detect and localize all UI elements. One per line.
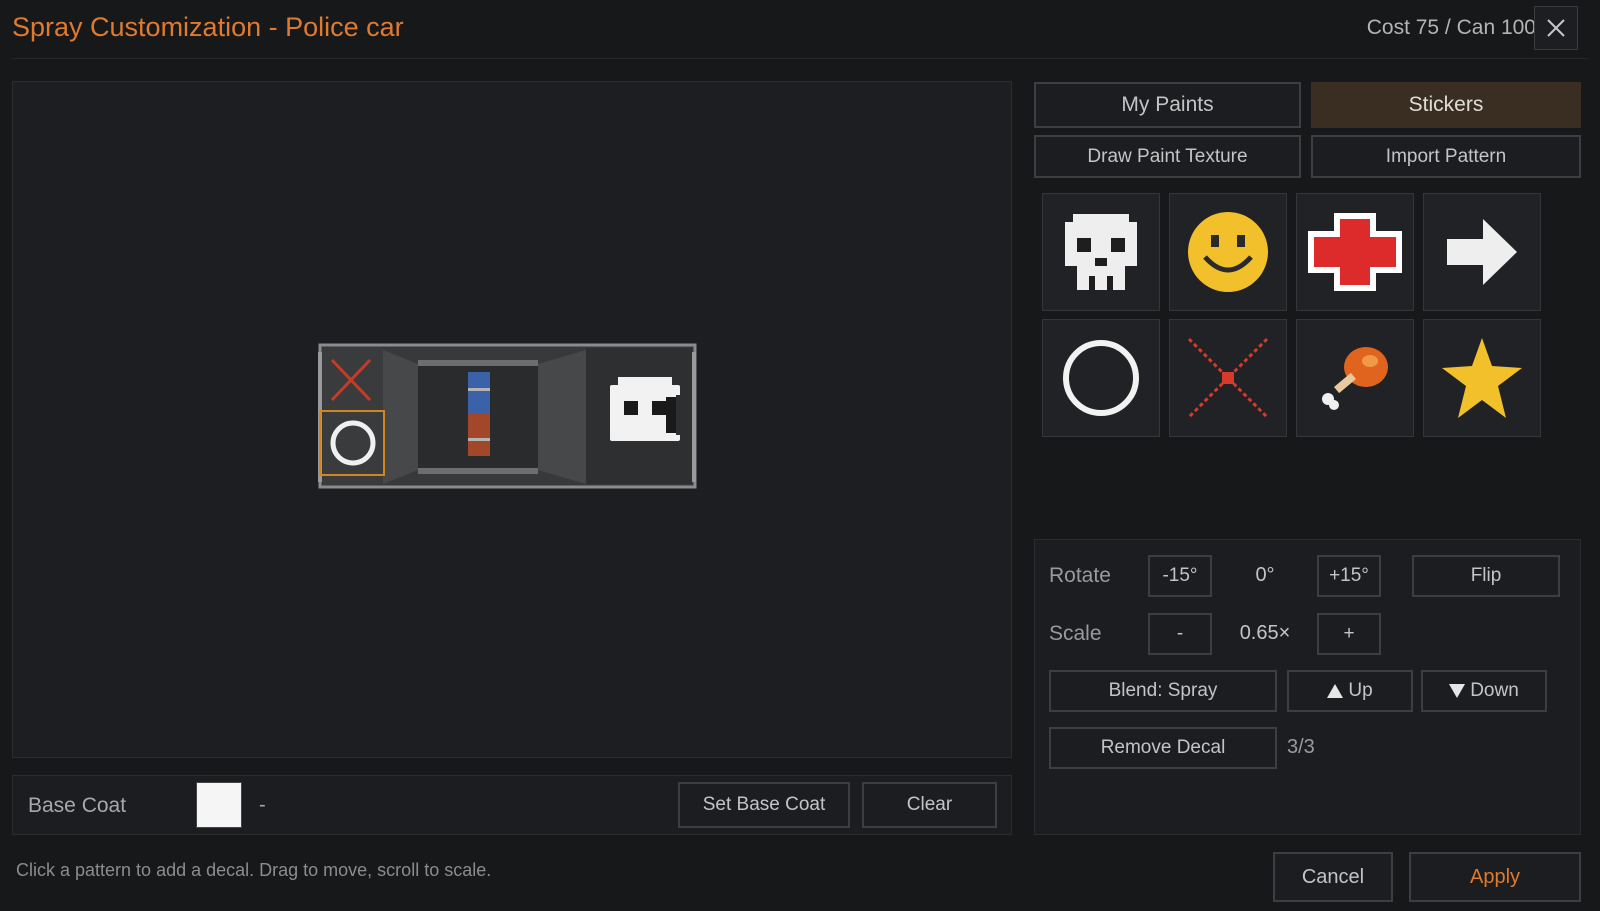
rotate-minus-button[interactable]: -15° xyxy=(1148,555,1212,597)
sticker-x-mark[interactable] xyxy=(1169,319,1287,437)
layer-down-label: Down xyxy=(1470,680,1519,701)
sticker-skull[interactable] xyxy=(1042,193,1160,311)
scale-label: Scale xyxy=(1049,622,1102,645)
sticker-star[interactable] xyxy=(1423,319,1541,437)
cost-readout: Cost 75 / Can 100 xyxy=(1366,16,1536,39)
base-coat-swatch[interactable] xyxy=(196,782,242,828)
rotate-plus-button[interactable]: +15° xyxy=(1317,555,1381,597)
layer-down-button[interactable]: Down xyxy=(1421,670,1547,712)
set-base-coat-button[interactable]: Set Base Coat xyxy=(678,782,850,828)
scale-plus-button[interactable]: + xyxy=(1317,613,1381,655)
layer-up-label: Up xyxy=(1348,680,1373,701)
decal-count: 3/3 xyxy=(1287,736,1315,758)
scale-value: 0.65× xyxy=(1239,622,1291,644)
page-title: Spray Customization - Police car xyxy=(12,12,404,42)
tab-my-paints[interactable]: My Paints xyxy=(1034,82,1301,128)
circle-icon xyxy=(1063,340,1139,416)
clear-button[interactable]: Clear xyxy=(862,782,997,828)
cancel-button[interactable]: Cancel xyxy=(1273,852,1393,902)
close-icon xyxy=(1547,19,1565,37)
smiley-icon xyxy=(1188,212,1268,292)
flip-button[interactable]: Flip xyxy=(1412,555,1560,597)
sticker-red-cross[interactable] xyxy=(1296,193,1414,311)
sticker-circle[interactable] xyxy=(1042,319,1160,437)
sticker-arrow[interactable] xyxy=(1423,193,1541,311)
x-mark-icon xyxy=(1187,337,1269,419)
selected-decal-outline[interactable] xyxy=(319,410,385,476)
tab-stickers[interactable]: Stickers xyxy=(1311,82,1581,128)
rotate-value: 0° xyxy=(1255,564,1275,586)
rotate-label: Rotate xyxy=(1049,564,1111,587)
sticker-smiley[interactable] xyxy=(1169,193,1287,311)
decal-controls-panel: Rotate -15° 0° +15° Flip Scale - 0.65× +… xyxy=(1034,539,1581,835)
arrow-up-icon xyxy=(1327,684,1344,698)
apply-button[interactable]: Apply xyxy=(1409,852,1581,902)
police-car-topdown[interactable] xyxy=(318,342,698,497)
red-cross-icon xyxy=(1308,213,1402,291)
base-coat-bar: Base Coat - Set Base Coat Clear xyxy=(12,775,1012,835)
base-coat-value: - xyxy=(259,794,266,816)
star-icon xyxy=(1442,338,1522,418)
sticker-grid xyxy=(1042,193,1541,437)
import-pattern-button[interactable]: Import Pattern xyxy=(1311,135,1581,178)
drumstick-icon xyxy=(1322,347,1388,410)
draw-paint-texture-button[interactable]: Draw Paint Texture xyxy=(1034,135,1301,178)
scale-minus-button[interactable]: - xyxy=(1148,613,1212,655)
blend-mode-button[interactable]: Blend: Spray xyxy=(1049,670,1277,712)
header-divider xyxy=(12,58,1588,59)
skull-icon xyxy=(1065,214,1137,290)
base-coat-label: Base Coat xyxy=(28,794,127,817)
sticker-drumstick[interactable] xyxy=(1296,319,1414,437)
arrow-right-icon xyxy=(1447,219,1517,285)
close-button[interactable] xyxy=(1534,6,1578,50)
arrow-down-icon xyxy=(1449,684,1466,698)
remove-decal-button[interactable]: Remove Decal xyxy=(1049,727,1277,769)
hint-text: Click a pattern to add a decal. Drag to … xyxy=(16,860,492,880)
car-preview-canvas[interactable] xyxy=(12,81,1012,758)
layer-up-button[interactable]: Up xyxy=(1287,670,1413,712)
